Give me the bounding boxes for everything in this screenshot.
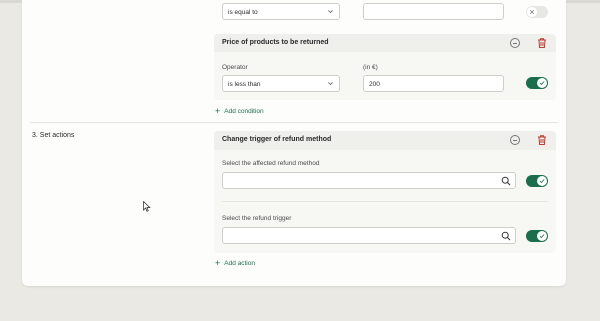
refund-method-label: Select the affected refund method [222,160,320,167]
add-action-button[interactable]: + Add action [215,258,255,268]
plus-icon: + [215,258,221,268]
toggle-knob [537,78,547,88]
condition-block-price: Price of products to be returned Operato… [214,34,556,100]
add-action-label: Add action [224,260,255,267]
operator-select-top[interactable]: is equal to [222,3,340,20]
add-condition-label: Add condition [224,108,264,115]
price-value-input[interactable]: 200 [363,75,504,92]
value-input-top[interactable] [363,3,504,20]
toggle-price-on[interactable] [526,77,548,89]
trash-icon[interactable] [536,37,548,49]
value-label: (in €) [363,64,378,71]
section-divider [30,122,558,123]
action-block-header: Change trigger of refund method [214,131,556,150]
operator-select-value: is less than [228,81,261,88]
condition-title: Price of products to be returned [222,39,329,46]
toggle-knob [537,231,547,241]
refund-trigger-label: Select the refund trigger [222,215,292,222]
operator-select[interactable]: is less than [222,75,340,92]
mouse-cursor-icon [143,201,151,212]
action-block-refund: Change trigger of refund method Select t… [214,131,556,253]
toggle-refund-trigger-on[interactable] [526,230,548,242]
check-icon [539,81,545,86]
condition-block-header: Price of products to be returned [214,34,556,52]
operator-label: Operator [222,64,248,71]
field-divider [222,201,548,202]
section-title-set-actions: 3. Set actions [32,132,75,139]
check-icon [539,234,545,239]
price-value-text: 200 [369,81,380,88]
refund-trigger-search-input[interactable] [222,227,516,244]
search-icon [501,176,511,186]
chevron-down-icon [328,82,333,86]
collapse-minus-icon[interactable] [510,135,520,145]
toggle-knob [537,176,547,186]
plus-icon: + [215,106,221,116]
close-icon [529,9,535,15]
operator-select-top-value: is equal to [228,9,258,16]
chevron-down-icon [328,10,333,14]
toggle-top-off[interactable] [526,6,548,18]
toggle-knob [527,7,537,17]
action-title: Change trigger of refund method [222,136,332,143]
refund-method-search-input[interactable] [222,172,516,189]
check-icon [539,179,545,184]
add-condition-button[interactable]: + Add condition [215,106,264,116]
search-icon [501,231,511,241]
collapse-minus-icon[interactable] [510,38,520,48]
toggle-refund-method-on[interactable] [526,175,548,187]
rule-editor-card: is equal to Price of products to be retu… [22,0,566,286]
trash-icon[interactable] [536,134,548,146]
